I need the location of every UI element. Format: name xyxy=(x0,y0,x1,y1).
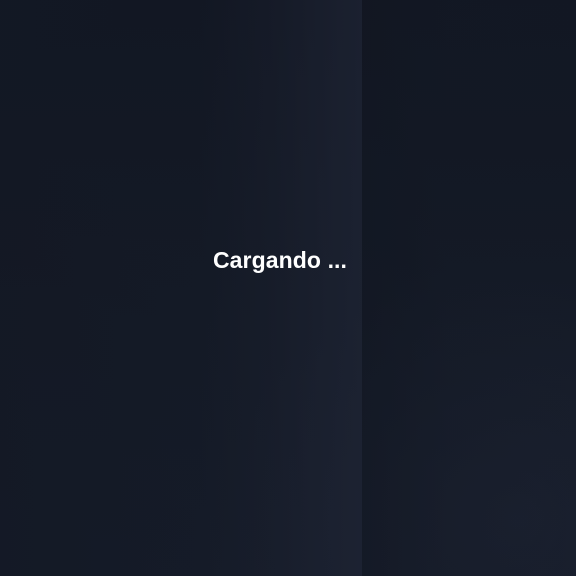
loading-screen: Cargando ... xyxy=(0,0,576,576)
background-light-band xyxy=(200,0,362,576)
loading-message: Cargando ... xyxy=(212,247,348,273)
background-shade-right xyxy=(362,0,576,576)
background-shade-left xyxy=(0,0,200,576)
